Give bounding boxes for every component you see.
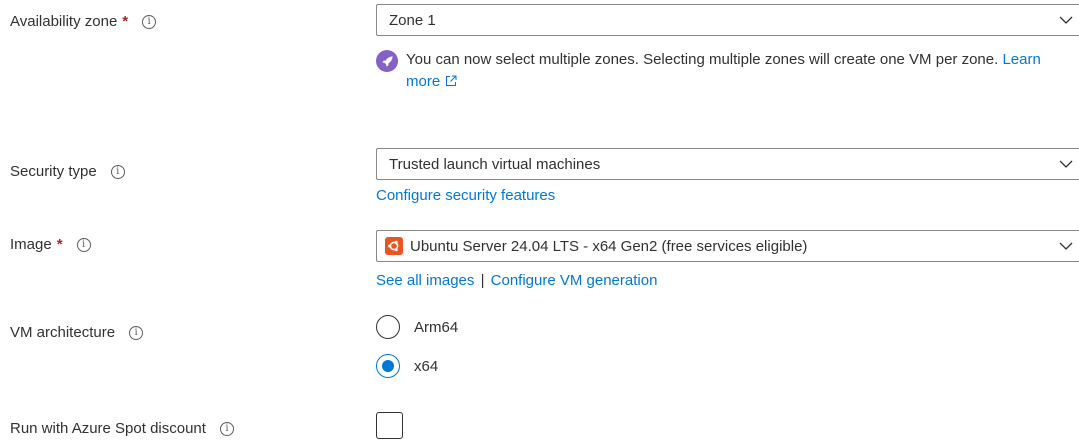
ubuntu-logo-icon [385,237,403,255]
multi-zone-note-body: You can now select multiple zones. Selec… [406,51,999,68]
external-link-icon [446,75,457,86]
info-icon[interactable]: i [129,325,144,340]
vm-create-basics-form: Availability zone * i Zone 1 You can now… [0,0,1079,440]
availability-zone-label-text: Availability zone [10,13,118,30]
configure-security-features-link[interactable]: Configure security features [376,187,555,204]
image-links: See all images | Configure VM generation [376,272,657,289]
radio-option-x64[interactable]: x64 [376,354,438,378]
radio-option-arm64[interactable]: Arm64 [376,315,458,339]
azure-spot-checkbox[interactable] [376,412,403,439]
azure-spot-label-text: Run with Azure Spot discount [10,420,206,437]
multi-zone-note: You can now select multiple zones. Selec… [376,49,1076,93]
availability-zone-label: Availability zone * i [10,13,157,30]
info-icon[interactable]: i [76,237,91,252]
required-mark: * [122,13,129,30]
availability-zone-select[interactable]: Zone 1 [376,4,1079,36]
image-label-text: Image [10,236,52,253]
multi-zone-note-text: You can now select multiple zones. Selec… [406,49,1076,93]
azure-spot-label: Run with Azure Spot discount i [10,420,234,437]
chevron-down-icon [1059,242,1073,250]
vm-architecture-label: VM architecture i [10,324,144,341]
info-icon[interactable]: i [142,14,157,29]
required-mark: * [56,236,63,253]
link-separator: | [480,272,485,289]
image-value: Ubuntu Server 24.04 LTS - x64 Gen2 (free… [410,237,808,255]
rocket-icon [376,50,398,72]
security-type-label-text: Security type [10,163,97,180]
security-type-value: Trusted launch virtual machines [389,155,601,173]
radio-button-arm64[interactable] [376,315,400,339]
image-label: Image * i [10,236,91,253]
security-type-select[interactable]: Trusted launch virtual machines [376,148,1079,180]
configure-vm-generation-link[interactable]: Configure VM generation [491,272,658,289]
chevron-down-icon [1059,160,1073,168]
info-icon[interactable]: i [219,421,234,436]
radio-button-x64[interactable] [376,354,400,378]
image-select[interactable]: Ubuntu Server 24.04 LTS - x64 Gen2 (free… [376,230,1079,262]
info-icon[interactable]: i [110,164,125,179]
chevron-down-icon [1059,16,1073,24]
radio-label-arm64: Arm64 [414,318,459,336]
security-type-label: Security type i [10,163,125,180]
vm-architecture-label-text: VM architecture [10,324,116,341]
see-all-images-link[interactable]: See all images [376,272,474,289]
availability-zone-value: Zone 1 [389,11,436,29]
radio-label-x64: x64 [414,357,439,375]
security-links: Configure security features [376,187,555,204]
radio-selected-dot [382,360,394,372]
